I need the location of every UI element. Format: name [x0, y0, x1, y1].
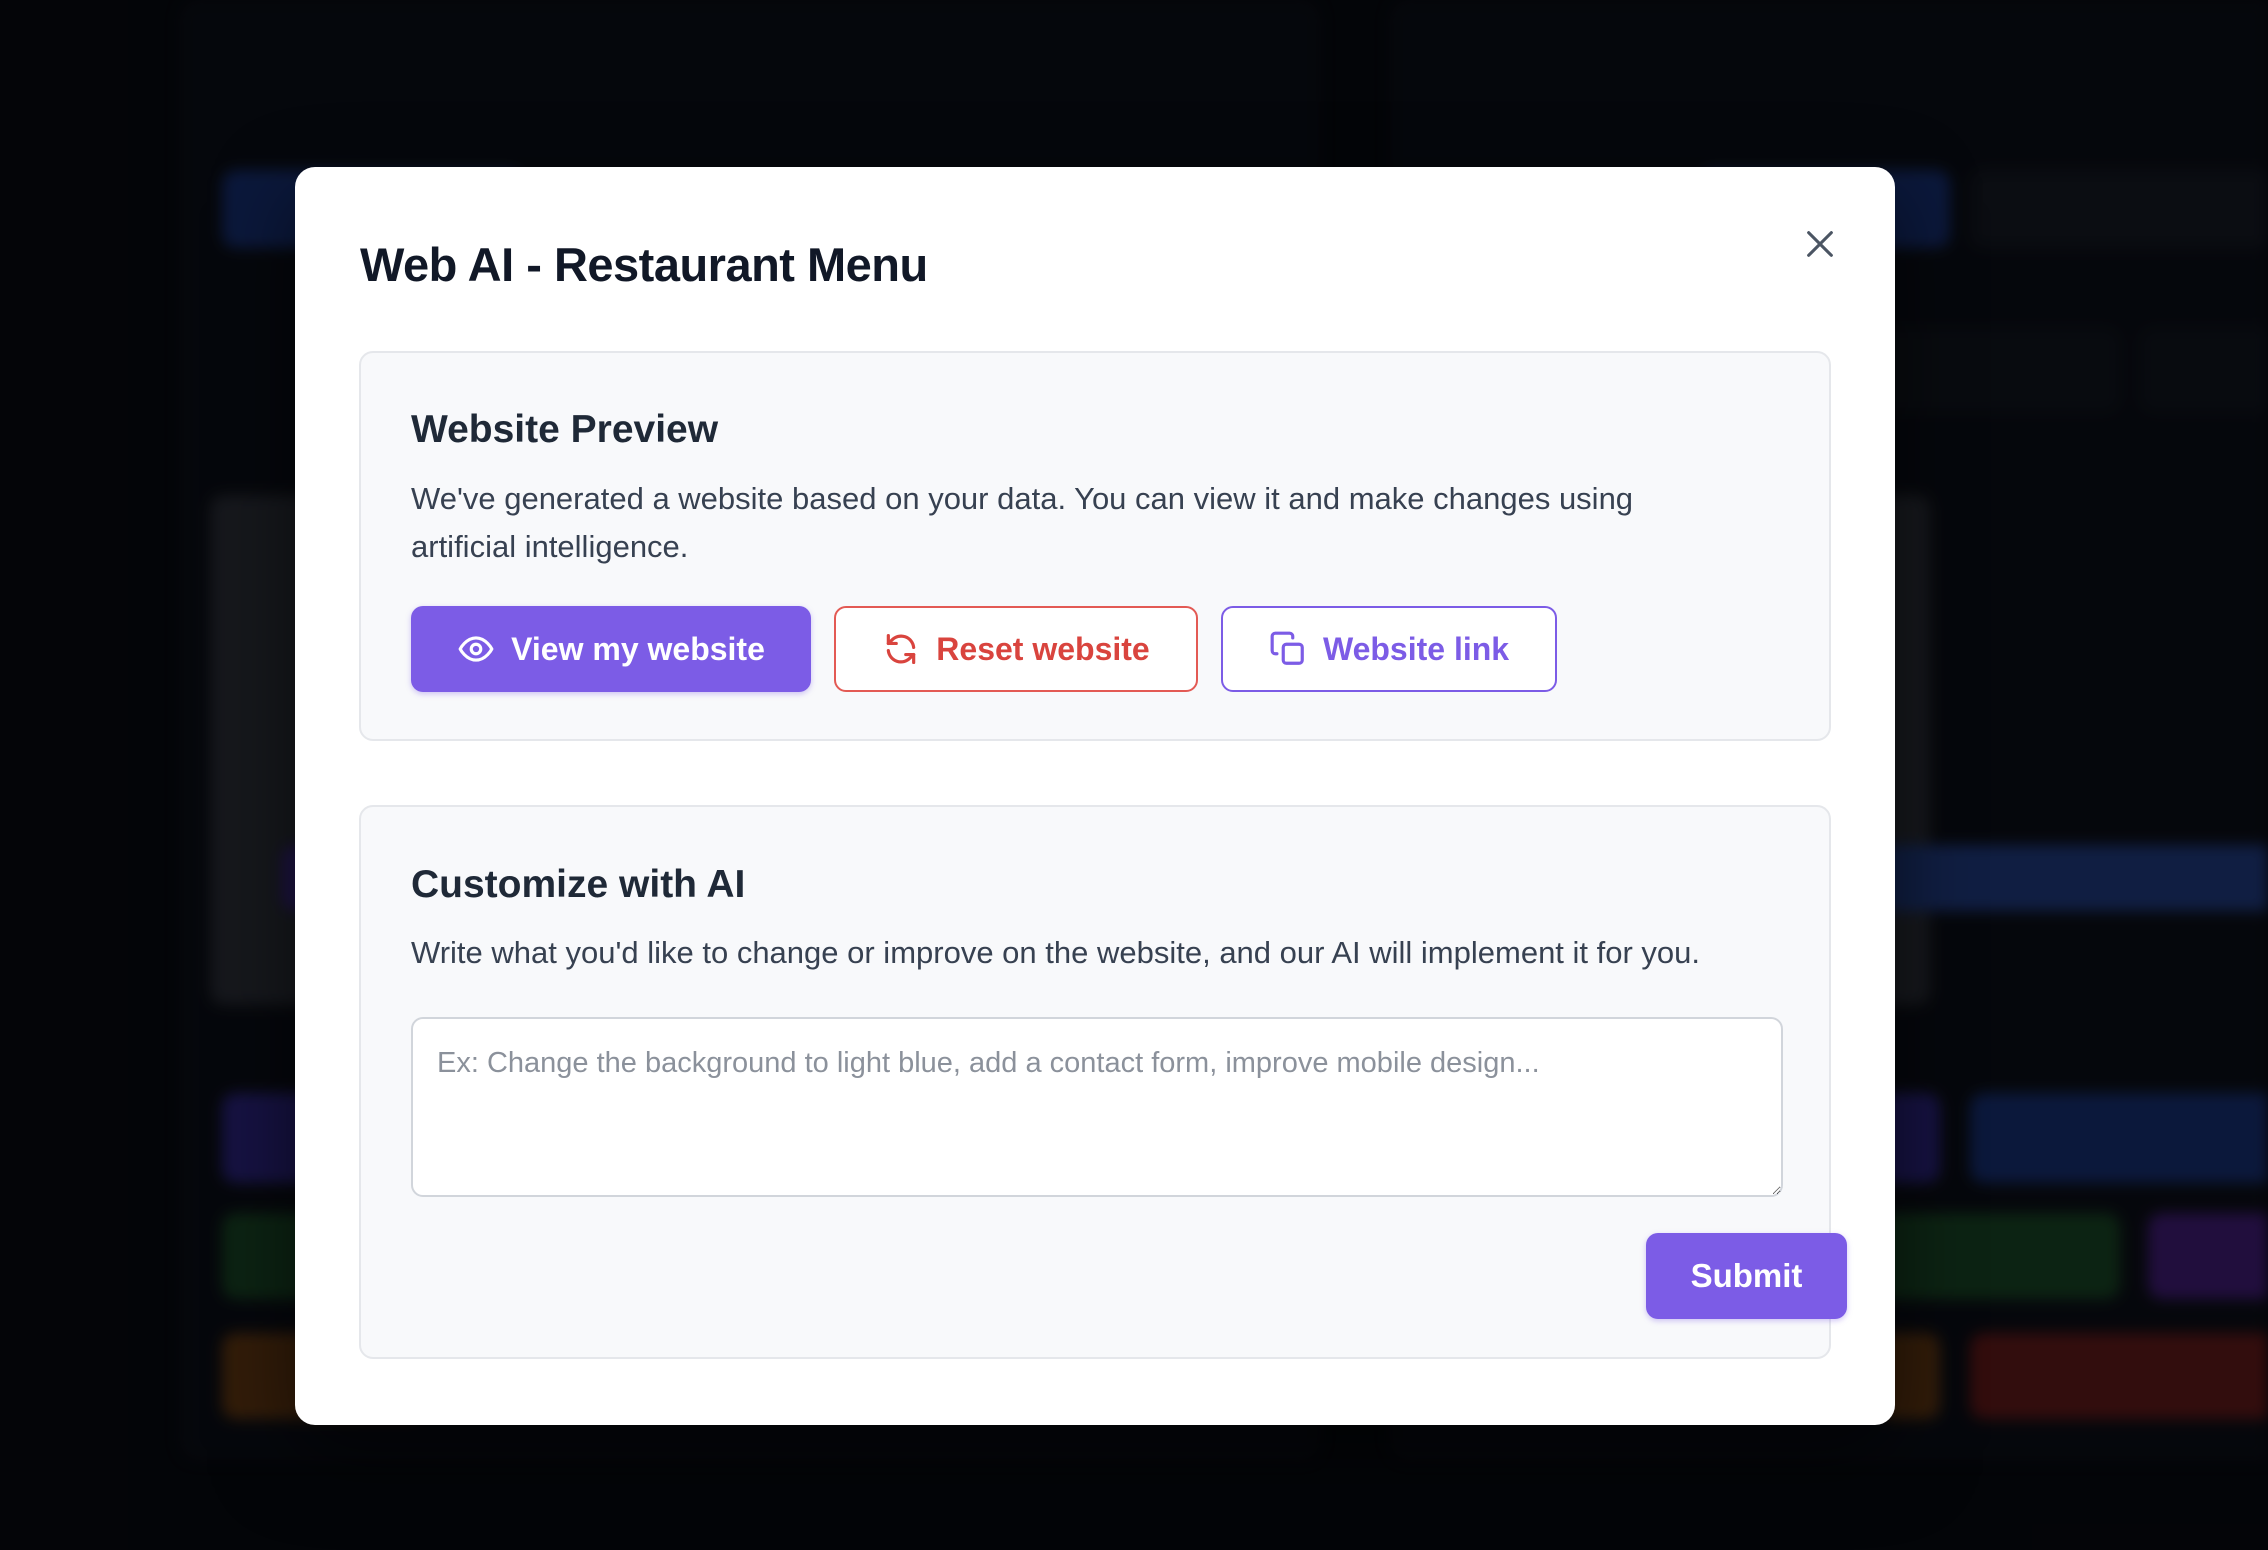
reset-website-button[interactable]: Reset website — [834, 606, 1198, 692]
website-preview-card: Website Preview We've generated a websit… — [359, 351, 1831, 741]
website-link-label: Website link — [1322, 630, 1510, 667]
customize-ai-card: Customize with AI Write what you'd like … — [359, 805, 1847, 1359]
close-button[interactable] — [1793, 217, 1847, 271]
reset-website-label: Reset website — [936, 630, 1150, 667]
view-website-button[interactable]: View my website — [411, 606, 811, 692]
website-preview-description: We've generated a website based on your … — [411, 481, 1634, 564]
web-ai-modal: Web AI - Restaurant Menu Website Preview… — [295, 167, 1895, 1425]
submit-button[interactable]: Submit — [1646, 1233, 1847, 1319]
ai-prompt-input[interactable] — [411, 1017, 1783, 1197]
modal-title: Web AI - Restaurant Menu — [360, 238, 928, 291]
customize-ai-description: Write what you'd like to change or impro… — [411, 935, 1701, 970]
eye-icon — [458, 636, 494, 662]
customize-ai-title: Customize with AI — [411, 863, 746, 906]
website-link-button[interactable]: Website link — [1221, 606, 1557, 692]
close-icon — [1807, 231, 1833, 257]
view-website-label: View my website — [511, 630, 765, 667]
refresh-icon — [887, 633, 916, 665]
copy-icon — [1270, 631, 1304, 665]
website-preview-title: Website Preview — [411, 408, 719, 451]
